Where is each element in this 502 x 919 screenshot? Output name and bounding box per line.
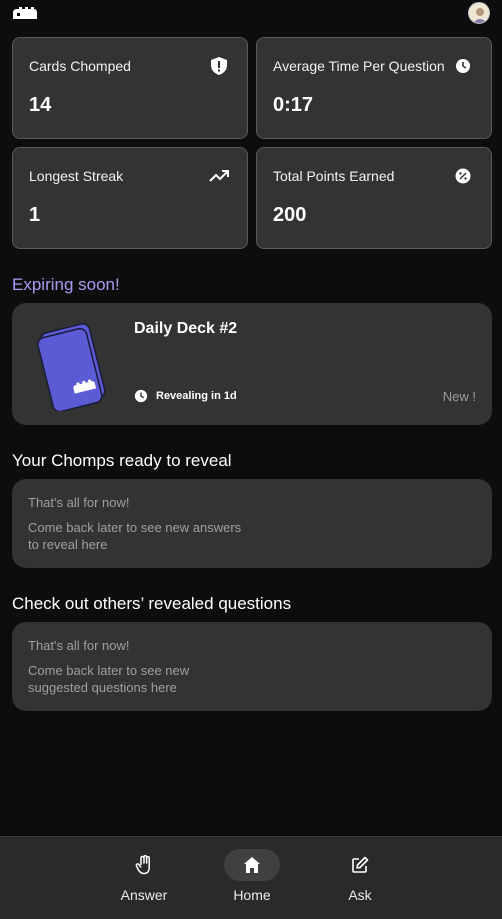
deck-title: Daily Deck #2: [134, 320, 238, 337]
top-bar: [0, 0, 502, 30]
daily-deck-card[interactable]: Daily Deck #2 Revealing in 1d New !: [12, 303, 492, 425]
empty-state-message: Come back later to see new suggested que…: [28, 663, 190, 695]
clock-icon: [456, 59, 470, 73]
stat-card-average-time: Average Time Per Question 0:17: [256, 37, 492, 139]
stat-value: 1: [29, 204, 41, 226]
nav-label-home: Home: [233, 887, 271, 903]
clock-icon: [134, 389, 148, 403]
percent-icon: [455, 168, 471, 184]
deck-cards-icon: [37, 323, 106, 411]
others-revealed-heading: Check out others’ revealed questions: [12, 594, 292, 613]
user-avatar[interactable]: [468, 2, 490, 24]
trending-up-icon: [209, 170, 229, 182]
nav-item-home[interactable]: Home: [212, 837, 292, 919]
reveal-timer-text: Revealing in 1d: [156, 390, 237, 402]
nav-icon-container: [332, 849, 388, 881]
stat-card-total-points: Total Points Earned 200: [256, 147, 492, 249]
empty-state-title: That's all for now!: [28, 638, 130, 653]
stat-label: Longest Streak: [29, 168, 124, 184]
nav-item-ask[interactable]: Ask: [320, 837, 400, 919]
empty-state-message: Come back later to see new answers to re…: [28, 520, 242, 552]
stat-label: Cards Chomped: [29, 58, 131, 74]
stat-value: 0:17: [273, 94, 314, 116]
stat-card-cards-chomped: Cards Chomped 14: [12, 37, 248, 139]
stat-value: 200: [273, 204, 307, 226]
stat-value: 14: [29, 94, 52, 116]
chomps-ready-heading: Your Chomps ready to reveal: [12, 451, 232, 470]
nav-label-answer: Answer: [120, 887, 168, 903]
nav-icon-container: [116, 849, 172, 881]
stat-label: Average Time Per Question: [273, 58, 445, 74]
new-badge: New !: [442, 389, 476, 404]
home-icon: [244, 857, 260, 873]
stat-card-longest-streak: Longest Streak 1: [12, 147, 248, 249]
empty-state-title: That's all for now!: [28, 495, 130, 510]
reveal-timer: Revealing in 1d: [134, 389, 237, 403]
nav-label-ask: Ask: [348, 887, 372, 903]
edit-icon: [352, 856, 369, 873]
chomps-ready-empty-card: That's all for now! Come back later to s…: [12, 479, 492, 568]
chomp-logo-icon[interactable]: [12, 6, 38, 20]
others-revealed-empty-card: That's all for now! Come back later to s…: [12, 622, 492, 711]
bottom-nav: Answer Home Ask: [0, 836, 502, 919]
nav-icon-container: [224, 849, 280, 881]
stat-label: Total Points Earned: [273, 168, 395, 184]
nav-item-answer[interactable]: Answer: [104, 837, 184, 919]
shield-alert-icon: [211, 57, 227, 75]
hand-icon: [135, 855, 150, 875]
expiring-soon-heading: Expiring soon!: [12, 275, 120, 294]
